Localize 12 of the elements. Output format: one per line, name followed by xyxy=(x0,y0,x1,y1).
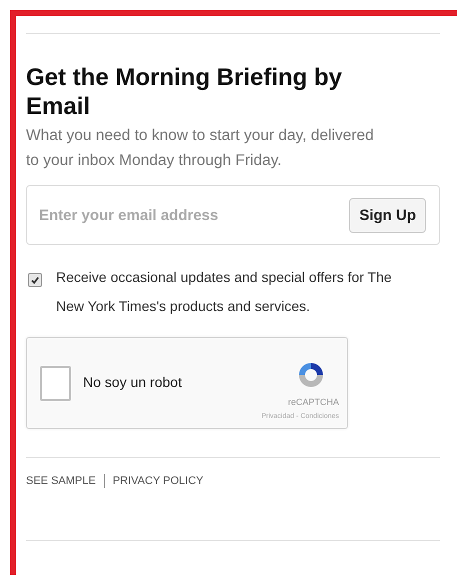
captcha-label: No soy un robot xyxy=(83,374,183,390)
email-field[interactable]: Enter your email address xyxy=(39,206,350,224)
opt-in-label: Receive occasional updates and special offers for The New York Times's products and services. xyxy=(56,268,393,316)
captcha-checkbox[interactable] xyxy=(40,366,71,400)
heading: Get the Morning Briefing by Email xyxy=(26,63,343,121)
sign-up-button[interactable]: Sign Up xyxy=(349,198,426,232)
recaptcha-label: reCAPTCHA xyxy=(288,396,339,406)
checkbox[interactable] xyxy=(28,273,42,287)
footer-link[interactable]: PRIVACY POLICY xyxy=(112,475,204,487)
footer-link[interactable]: SEE SAMPLE xyxy=(26,475,96,487)
check-icon xyxy=(30,275,40,285)
description: What you need to know to start your day, delivered to your inbox Monday through Friday. xyxy=(26,126,375,171)
